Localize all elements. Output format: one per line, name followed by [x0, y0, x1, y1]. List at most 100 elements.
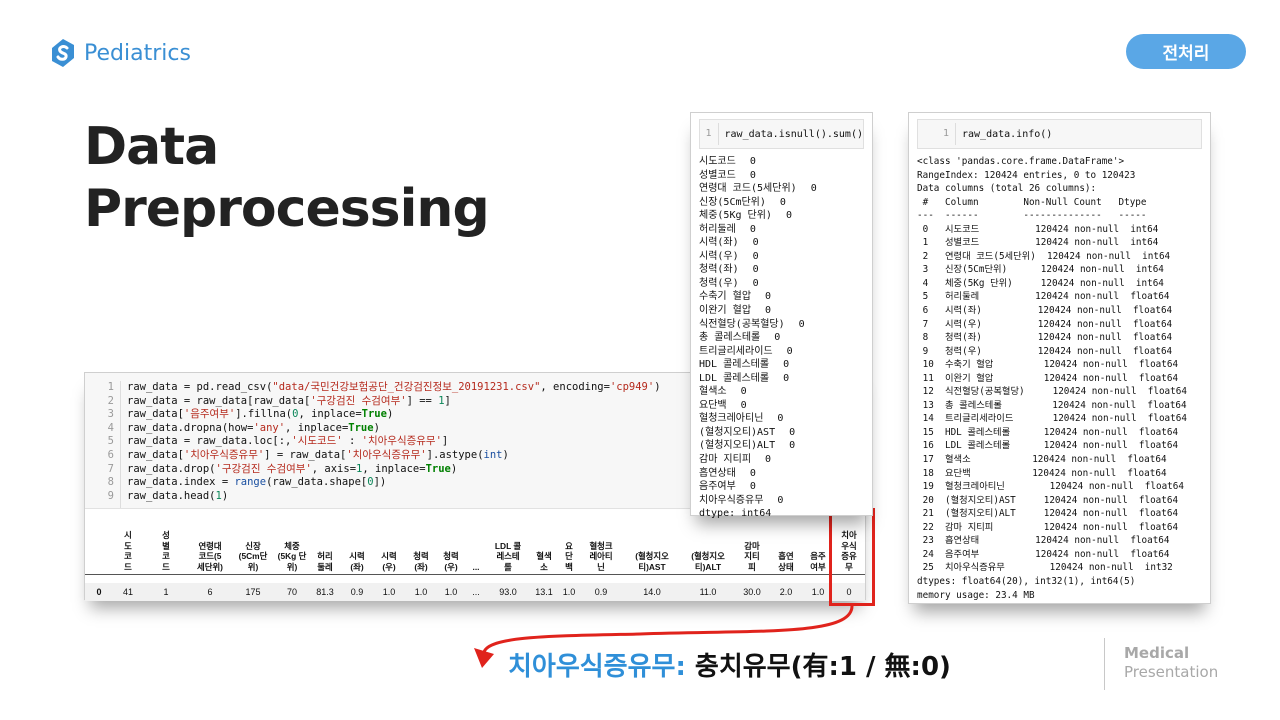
column-header: 연령대 코드(5 세단위) — [197, 540, 223, 572]
list-item: 연령대 코드(5세단위) 0 — [699, 182, 872, 196]
dtype-line: dtype: int64 — [699, 508, 772, 520]
code-line: raw_data.dropna(how='any', inplace=True) — [127, 421, 380, 434]
dataframe-output: 시 도 코 드 성 별 코 드 연령대 코드(5 세단위) 신장 (5Cm단 위) 체중 (5Kg 단 위) 허리… — [85, 519, 865, 601]
table-cell: 1.0 — [382, 587, 396, 597]
info-line: 24 음주여부 120424 non-null float64 — [917, 548, 1170, 560]
null-count: 0 — [777, 413, 784, 425]
column-name: 총 콜레스테롤 — [699, 332, 761, 344]
null-count: 0 — [740, 386, 747, 398]
info-line: memory usage: 23.4 MB — [917, 589, 1035, 601]
info-line: 18 요단백 120424 non-null float64 — [917, 467, 1167, 479]
table-cell: 6 — [207, 587, 213, 597]
column-header: (혈청지오 티)AST — [635, 551, 669, 572]
column-name: 혈청크레아티닌 — [699, 413, 764, 425]
info-line: 11 이완기 혈압 120424 non-null float64 — [917, 372, 1179, 384]
info-line: 7 시력(우) 120424 non-null float64 — [917, 318, 1173, 330]
null-count: 0 — [774, 332, 781, 344]
null-count: 0 — [749, 467, 756, 479]
table-cell: 70 — [286, 587, 297, 597]
column-name: 연령대 코드(5세단위) — [699, 183, 797, 195]
isnull-code: raw_data.isnull().sum() — [724, 128, 863, 140]
code-line: raw_data = pd.read_csv("data/국민건강보험공단_건강… — [127, 381, 661, 393]
caption-text: 충치유무(有:1 / 無:0) — [685, 652, 951, 682]
caption-key: 치아우식증유무: — [508, 652, 686, 682]
null-count: 0 — [783, 372, 790, 384]
table-cell: 1 — [163, 587, 169, 597]
column-name: 신장(5Cm단위) — [699, 196, 766, 208]
info-code-cell[interactable]: 1 raw_data.info() — [917, 119, 1202, 149]
column-name: 시력(좌) — [699, 237, 739, 249]
column-header: 청력 (좌) — [413, 551, 429, 572]
line-number: 2 — [107, 394, 114, 407]
line-number: 9 — [107, 489, 114, 502]
null-count: 0 — [783, 359, 790, 371]
column-header: 체중 (5Kg 단 위) — [277, 540, 307, 572]
table-cell: 1.0 — [414, 587, 428, 597]
column-header: (혈청지오 티)ALT — [691, 551, 725, 572]
list-item: 감마 지티피 0 — [699, 453, 872, 467]
brand: Pediatrics — [50, 38, 191, 68]
null-count: 0 — [749, 156, 756, 167]
list-item: LDL 콜레스테롤 0 — [699, 372, 872, 386]
code-line: raw_data['치아우식증유무'] = raw_data['치아우식증유무'… — [127, 448, 509, 461]
line-number: 1 — [700, 123, 719, 145]
footer-divider — [1104, 638, 1105, 690]
title-line-2: Preprocessing — [84, 179, 490, 239]
info-line: 9 청력(우) 120424 non-null float64 — [917, 345, 1173, 357]
line-number: 8 — [107, 476, 114, 489]
caption: 치아우식증유무: 충치유무(有:1 / 無:0) — [508, 646, 951, 683]
list-item: 청력(우) 0 — [699, 277, 872, 291]
highlight-box — [829, 508, 875, 606]
code-line: raw_data.drop('구강검진 수검여부', axis=1, inpla… — [127, 462, 458, 475]
column-header: 허리 둘레 — [317, 551, 333, 572]
null-count: 0 — [749, 481, 756, 493]
info-line: RangeIndex: 120424 entries, 0 to 120423 — [917, 169, 1136, 181]
column-name: 청력(우) — [699, 277, 739, 289]
column-name: 요단백 — [699, 399, 727, 411]
line-number: 5 — [107, 435, 114, 448]
column-name: 수축기 혈압 — [699, 291, 752, 303]
info-line: 2 연령대 코드(5세단위) 120424 non-null int64 — [917, 250, 1171, 262]
list-item: 수축기 혈압 0 — [699, 290, 872, 304]
line-number: 1 — [107, 381, 114, 393]
info-line: 20 (혈청지오티)AST 120424 non-null float64 — [917, 494, 1179, 506]
column-header: ... — [472, 561, 480, 572]
null-count: 0 — [765, 454, 772, 466]
line-numbers: 123456789 — [85, 381, 121, 508]
info-line: 25 치아우식증유무 120424 non-null int32 — [917, 562, 1173, 574]
code-line: raw_data['음주여부'].fillna(0, inplace=True) — [127, 408, 394, 421]
null-count: 0 — [798, 318, 805, 330]
code-line: raw_data.index = range(raw_data.shape[0]… — [127, 476, 387, 489]
line-number: 4 — [107, 421, 114, 434]
null-count: 0 — [785, 210, 792, 222]
null-count: 0 — [752, 277, 759, 289]
info-line: 6 시력(좌) 120424 non-null float64 — [917, 305, 1173, 317]
column-header: 감마 지티 피 — [744, 540, 760, 572]
info-line: <class 'pandas.core.frame.DataFrame'> — [917, 156, 1125, 167]
column-name: 치아우식증유무 — [699, 494, 764, 506]
info-line: 19 혈청크레아티닌 120424 non-null float64 — [917, 481, 1184, 493]
column-header: 흡연 상태 — [778, 551, 794, 572]
null-count: 0 — [777, 494, 784, 506]
column-header: 신장 (5Cm단 위) — [238, 540, 268, 572]
list-item: 체중(5Kg 단위) 0 — [699, 209, 872, 223]
brand-logo-icon — [52, 39, 74, 67]
info-line: 23 흡연상태 120424 non-null float64 — [917, 535, 1170, 547]
info-line: 16 LDL 콜레스테롤 120424 non-null float64 — [917, 440, 1179, 452]
info-panel: 1 raw_data.info() <class 'pandas.core.fr… — [908, 112, 1211, 604]
isnull-code-cell[interactable]: 1 raw_data.isnull().sum() — [699, 119, 864, 149]
column-name: 성별코드 — [699, 169, 736, 181]
column-name: 혈색소 — [699, 386, 727, 398]
null-count: 0 — [740, 399, 747, 411]
isnull-output: 시도코드 0 성별코드 0 연령대 코드(5세단위) 0 신장(5Cm단위) 0 체중(5Kg … — [691, 149, 872, 521]
info-line: 13 총 콜레스테롤 120424 non-null float64 — [917, 399, 1187, 411]
code-line: raw_data = raw_data[raw_data['구강검진 수검여부'… — [127, 394, 451, 407]
column-name: HDL 콜레스테롤 — [699, 359, 770, 371]
line-number: 7 — [107, 462, 114, 475]
list-item: 혈청크레아티닌 0 — [699, 412, 872, 426]
null-count: 0 — [765, 291, 772, 303]
null-count: 0 — [779, 196, 786, 208]
info-line: 21 (혈청지오티)ALT 120424 non-null float64 — [917, 508, 1179, 520]
column-name: LDL 콜레스테롤 — [699, 372, 770, 384]
list-item: 이완기 혈압 0 — [699, 304, 872, 318]
